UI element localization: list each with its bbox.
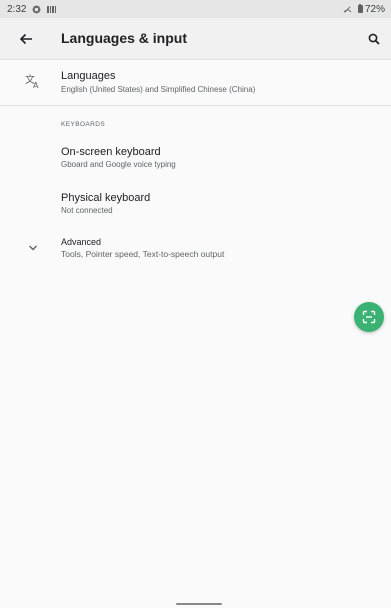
search-icon bbox=[368, 33, 380, 45]
settings-gear-icon bbox=[32, 4, 42, 14]
languages-subtitle: English (United States) and Simplified C… bbox=[61, 85, 256, 94]
crop-frame-icon bbox=[362, 310, 376, 324]
keyboards-section-header: KEYBOARDS bbox=[61, 121, 106, 128]
physical-keyboard-item[interactable]: Physical keyboard Not connected bbox=[0, 184, 391, 224]
status-left: 2:32 bbox=[7, 3, 57, 15]
app-bar: Languages & input bbox=[0, 18, 391, 60]
on-screen-keyboard-title: On-screen keyboard bbox=[61, 146, 161, 158]
no-signal-icon bbox=[343, 5, 352, 13]
page-title: Languages & input bbox=[61, 30, 187, 46]
physical-keyboard-title: Physical keyboard bbox=[61, 192, 151, 204]
advanced-title: Advanced bbox=[61, 237, 102, 247]
arrow-back-icon bbox=[19, 33, 32, 45]
back-button[interactable] bbox=[14, 27, 38, 51]
advanced-item[interactable]: Advanced Tools, Pointer speed, Text-to-s… bbox=[0, 230, 391, 268]
languages-title: Languages bbox=[61, 70, 116, 82]
notification-bars-icon bbox=[47, 5, 57, 13]
physical-keyboard-subtitle: Not connected bbox=[61, 206, 113, 215]
translate-icon: 文 A bbox=[25, 73, 39, 89]
on-screen-keyboard-item[interactable]: On-screen keyboard Gboard and Google voi… bbox=[0, 138, 391, 178]
search-button[interactable] bbox=[362, 27, 386, 51]
screenshot-fab-button[interactable] bbox=[354, 302, 384, 332]
battery-indicator: 72% bbox=[357, 3, 385, 15]
chevron-down-icon bbox=[29, 245, 37, 251]
battery-icon bbox=[357, 3, 363, 13]
battery-percent: 72% bbox=[364, 3, 385, 15]
status-right: 72% bbox=[343, 3, 385, 15]
svg-text:A: A bbox=[33, 81, 39, 89]
languages-row[interactable]: 文 A Languages English (United States) an… bbox=[0, 60, 391, 106]
on-screen-keyboard-subtitle: Gboard and Google voice typing bbox=[61, 160, 176, 169]
gesture-nav-handle[interactable] bbox=[176, 603, 222, 605]
status-time: 2:32 bbox=[7, 3, 27, 15]
advanced-subtitle: Tools, Pointer speed, Text-to-speech out… bbox=[61, 249, 225, 259]
status-bar: 2:32 72% bbox=[0, 0, 391, 18]
